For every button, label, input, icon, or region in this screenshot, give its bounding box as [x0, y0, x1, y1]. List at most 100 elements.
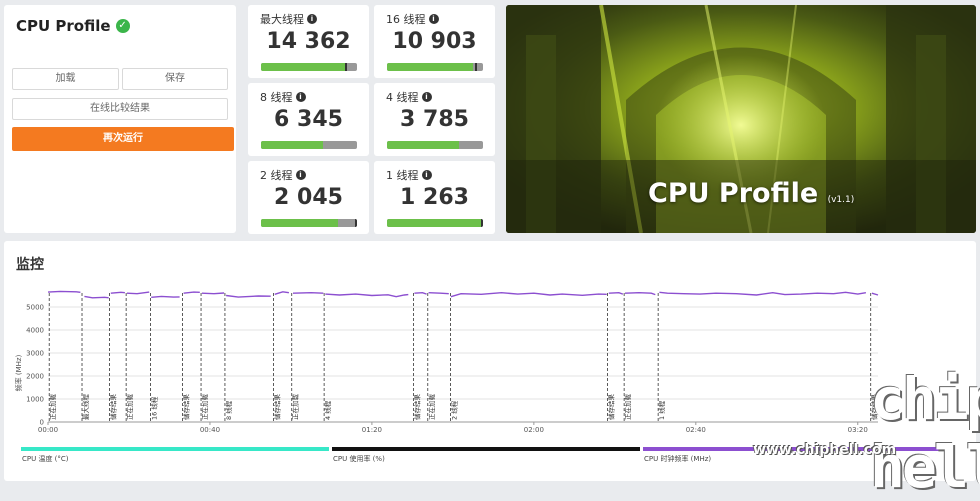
score-bar: [387, 219, 483, 227]
score-card-4-threads: 4 线程 i 3 785: [374, 83, 495, 156]
score-bar-fill: [387, 63, 474, 71]
y-tick-label: 1000: [26, 396, 44, 404]
clock-frequency-line: [608, 291, 624, 295]
x-tick-label: 03:20: [848, 426, 868, 434]
event-label: 正在加载: [125, 394, 134, 421]
score-value: 6 345: [274, 107, 343, 132]
score-label: 最大线程: [260, 13, 304, 26]
score-bar-marker: [345, 63, 348, 71]
clock-frequency-line: [226, 294, 271, 298]
info-icon[interactable]: i: [307, 14, 317, 24]
clock-frequency-line: [450, 291, 607, 298]
y-tick-label: 3000: [26, 350, 44, 358]
score-bar-marker: [481, 219, 483, 227]
event-label: 1 线程: [657, 400, 666, 420]
score-bar: [261, 219, 357, 227]
info-icon[interactable]: i: [428, 14, 439, 24]
event-label: 储存结果: [273, 394, 282, 421]
score-value: 3 785: [400, 107, 469, 132]
clock-frequency-line: [292, 291, 324, 294]
score-label: 2 线程: [260, 169, 293, 182]
legend-label-temperature: CPU 温度 (°C): [22, 455, 69, 463]
y-tick-label: 4000: [26, 327, 44, 335]
score-bar-fill: [261, 141, 324, 149]
x-tick-label: 02:40: [686, 426, 706, 434]
score-value: 10 903: [392, 29, 477, 54]
score-label: 8 线程: [260, 91, 293, 104]
score-bar: [261, 63, 357, 71]
info-icon[interactable]: i: [295, 92, 306, 102]
frequency-chart: 正在加载 最大线程 储存结果 正在加载 16 线程 储存结果 正在加载 8 线程 储存结果 正在加…: [14, 290, 879, 434]
score-bar: [387, 141, 483, 149]
banner-version: (v1.1): [827, 195, 855, 205]
banner-title: CPU Profile (v1.1): [648, 178, 854, 209]
event-label: 4 线程: [323, 400, 332, 420]
profile-title-text: CPU Profile: [16, 17, 111, 35]
score-bar-marker: [355, 219, 357, 227]
info-icon[interactable]: i: [421, 170, 432, 180]
y-axis-label: 频率 (MHz): [14, 354, 23, 391]
legend-swatch-usage: [332, 447, 640, 451]
clock-frequency-line: [325, 293, 409, 298]
score-label: 4 线程: [386, 91, 419, 104]
run-again-button[interactable]: 再次运行: [12, 127, 234, 151]
score-card-2-threads: 2 线程 i 2 045: [248, 161, 369, 234]
score-card-16-threads: 16 线程 i 10 903: [374, 5, 495, 78]
benchmark-banner: CPU Profile (v1.1): [506, 5, 976, 233]
compare-online-button[interactable]: 在线比较结果: [12, 98, 228, 120]
chart-events: 正在加载 最大线程 储存结果 正在加载 16 线程 储存结果 正在加载 8 线程 储存结果 正在加…: [48, 293, 879, 422]
clock-frequency-line: [84, 295, 109, 299]
event-label: 正在加载: [623, 394, 632, 421]
event-label: 正在加载: [200, 394, 209, 421]
score-bar: [261, 141, 357, 149]
score-bar-fill: [261, 219, 338, 227]
clock-frequency-line: [274, 291, 290, 295]
clock-frequency-line: [659, 291, 867, 296]
score-card-max-threads: 最大线程 i 14 362: [248, 5, 369, 78]
score-bar: [387, 63, 483, 71]
score-value: 1 263: [400, 185, 469, 210]
clock-frequency-line: [201, 292, 225, 295]
score-card-8-threads: 8 线程 i 6 345: [248, 83, 369, 156]
score-label: 1 线程: [386, 169, 419, 182]
chart-lines: [47, 290, 879, 299]
clock-frequency-line: [110, 291, 125, 294]
watermark-url: www.chiphell.com: [753, 442, 897, 458]
x-tick-label: 01:20: [362, 426, 382, 434]
score-bar-marker: [475, 63, 478, 71]
event-label: 2 线程: [449, 400, 458, 420]
x-tick-label: 00:40: [200, 426, 220, 434]
save-button[interactable]: 保存: [122, 68, 228, 90]
clock-frequency-line: [126, 291, 150, 295]
profile-title: CPU Profile ✓: [16, 17, 130, 35]
score-label: 16 线程: [386, 13, 426, 26]
score-bar-fill: [387, 219, 482, 227]
y-tick-label: 2000: [26, 373, 44, 381]
score-value: 14 362: [266, 29, 351, 54]
clock-frequency-line: [47, 290, 81, 293]
score-card-1-thread: 1 线程 i 1 263: [374, 161, 495, 234]
banner-title-text: CPU Profile: [648, 178, 819, 209]
legend-label-clock: CPU 时钟频率 (MHz): [644, 455, 712, 463]
score-value: 2 045: [274, 185, 343, 210]
clock-frequency-line: [151, 295, 180, 298]
y-tick-label: 5000: [26, 304, 44, 312]
clock-frequency-line: [871, 292, 879, 296]
score-bar-fill: [387, 141, 459, 149]
x-tick-label: 02:00: [524, 426, 544, 434]
event-label: 储存结果: [413, 394, 422, 421]
event-label: 正在加载: [427, 394, 436, 421]
clock-frequency-line: [428, 292, 449, 295]
event-label: 储存结果: [607, 394, 616, 421]
event-label: 8 线程: [224, 400, 233, 420]
info-icon[interactable]: i: [421, 92, 432, 102]
event-label: 储存结果: [181, 394, 190, 421]
load-button[interactable]: 加载: [12, 68, 119, 90]
info-icon[interactable]: i: [295, 170, 306, 180]
event-label: 16 线程: [149, 396, 158, 420]
legend-label-usage: CPU 使用率 (%): [333, 455, 385, 463]
watermark-logo: chiphell: [870, 365, 980, 501]
clock-frequency-line: [183, 291, 200, 294]
event-label: 储存结果: [109, 394, 118, 421]
event-label: 正在加载: [291, 394, 300, 421]
